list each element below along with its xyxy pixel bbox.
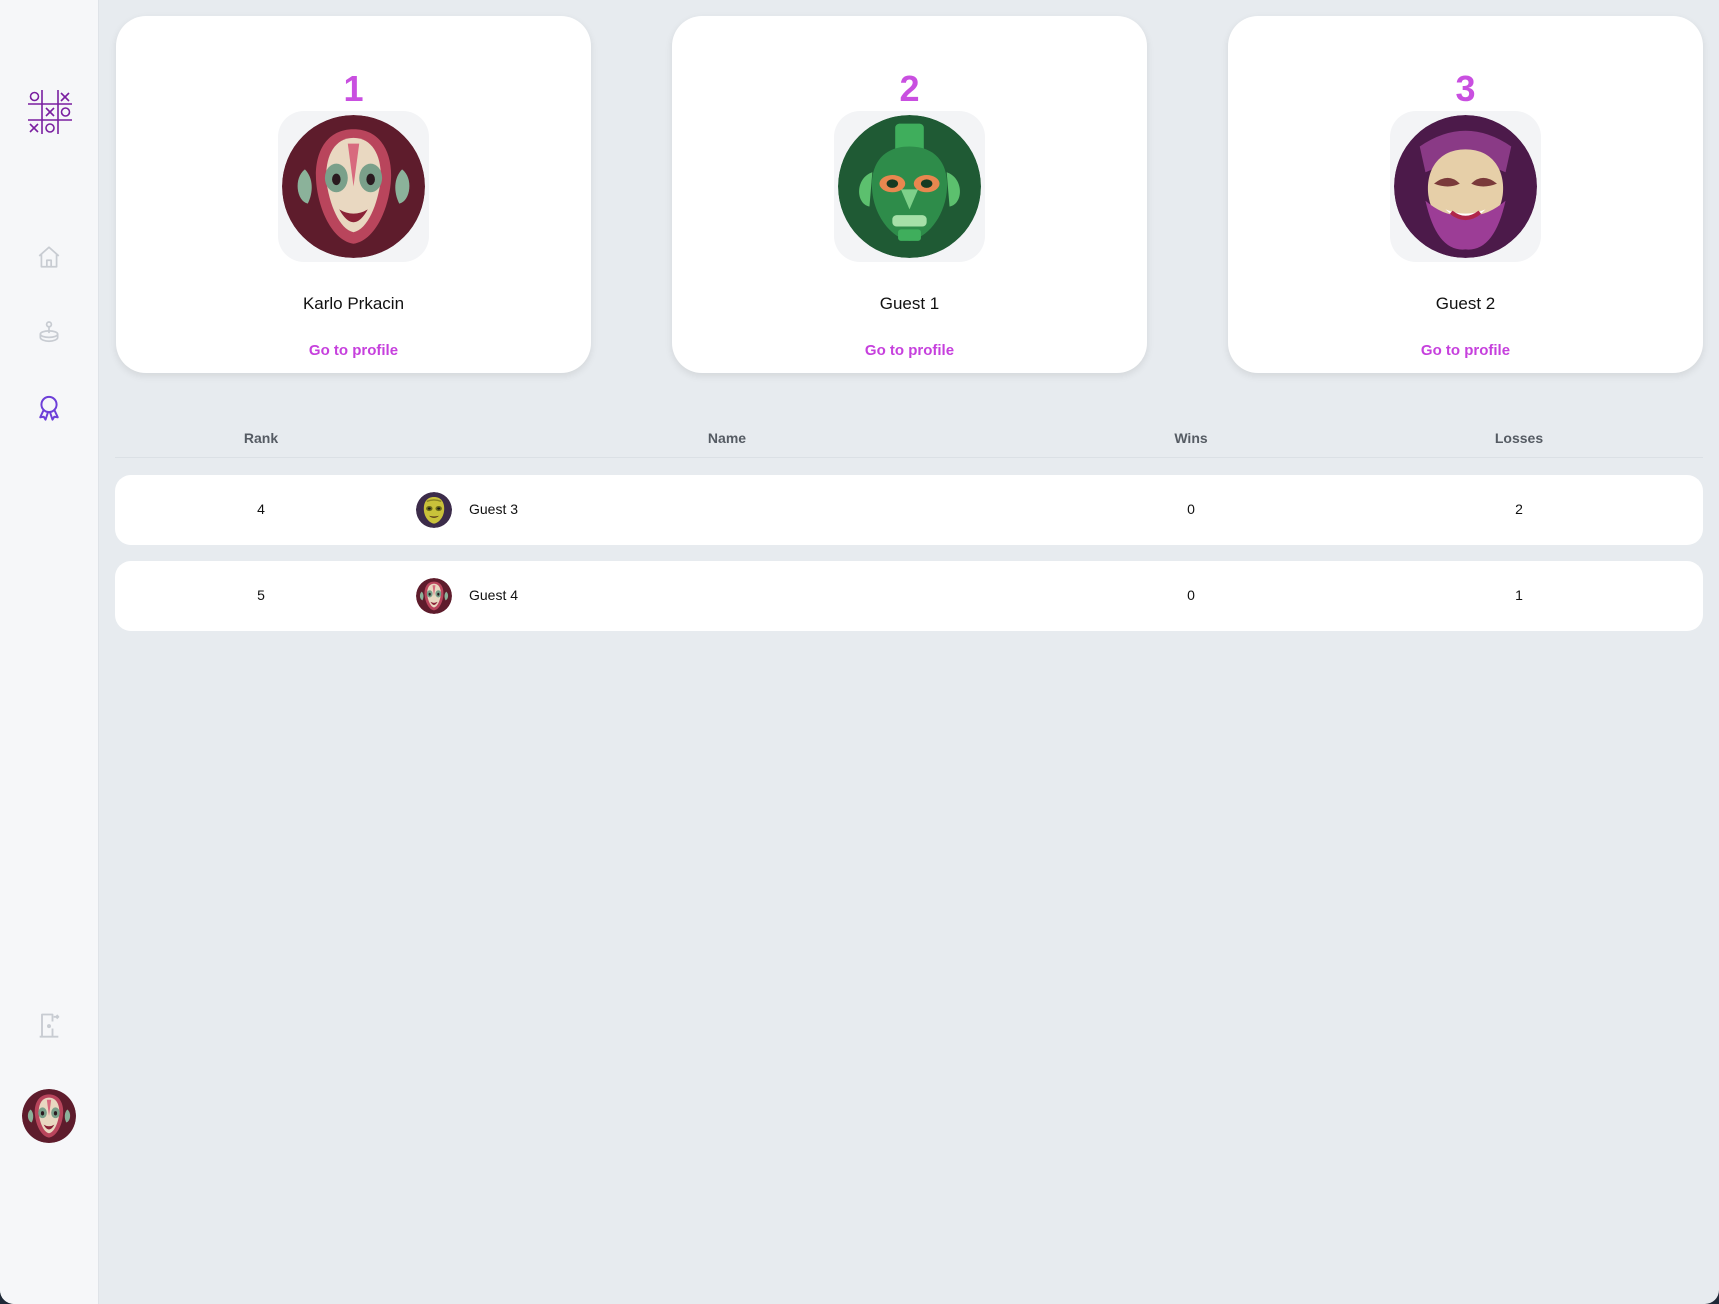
row-wins: 0 — [1187, 501, 1195, 517]
row-losses: 2 — [1515, 501, 1523, 517]
player-name: Guest 2 — [1435, 294, 1496, 313]
avatar — [1394, 115, 1537, 258]
avatar — [282, 115, 425, 258]
go-to-profile-link[interactable]: Go to profile — [1228, 342, 1703, 359]
podium-card-first: 1 Karlo Prkacin Go to profile — [116, 16, 591, 373]
podium-avatar-frame — [834, 111, 985, 262]
table-row[interactable]: 5 Guest 4 0 1 — [115, 561, 1703, 631]
row-losses: 1 — [1515, 587, 1523, 603]
row-name: Guest 4 — [469, 587, 519, 603]
logout-door-icon — [39, 1013, 60, 1038]
row-wins: 0 — [1187, 587, 1195, 603]
row-rank: 5 — [257, 587, 265, 603]
nav-leaderboard-button[interactable] — [32, 391, 66, 425]
nav-play-button[interactable] — [32, 315, 66, 349]
podium-rank: 3 — [1455, 68, 1476, 109]
player-name: Karlo Prkacin — [302, 294, 405, 313]
avatar — [838, 115, 981, 258]
podium-avatar-frame — [278, 111, 429, 262]
go-to-profile-link[interactable]: Go to profile — [116, 342, 591, 359]
joystick-icon — [39, 321, 59, 343]
podium-rank: 1 — [343, 68, 364, 109]
nav-home-button[interactable] — [32, 240, 66, 274]
header-rank: Rank — [243, 430, 279, 446]
home-icon — [38, 246, 60, 268]
row-rank: 4 — [257, 501, 265, 517]
podium-avatar-frame — [1390, 111, 1541, 262]
header-losses: Losses — [1494, 430, 1544, 446]
player-name: Guest 1 — [879, 294, 940, 313]
row-name: Guest 3 — [469, 501, 519, 517]
podium-card-third: 3 Guest 2 Go to profile — [1228, 16, 1703, 373]
app-window: 1 Karlo Prkacin Go to profile 2 Guest 1 … — [0, 0, 1719, 1304]
header-name: Name — [707, 430, 747, 446]
logout-button[interactable] — [32, 1008, 66, 1042]
tic-tac-toe-logo-icon[interactable] — [26, 88, 74, 136]
podium-card-second: 2 Guest 1 Go to profile — [672, 16, 1147, 373]
podium-rank: 2 — [899, 68, 920, 109]
header-wins: Wins — [1174, 430, 1208, 446]
user-avatar[interactable] — [22, 1089, 76, 1143]
go-to-profile-link[interactable]: Go to profile — [672, 342, 1147, 359]
table-row[interactable]: 4 Guest 3 0 2 — [115, 475, 1703, 545]
avatar — [416, 492, 452, 528]
award-ribbon-icon — [39, 395, 59, 421]
sidebar — [0, 0, 99, 1304]
avatar — [416, 578, 452, 614]
leaderboard-header: Rank Name Wins Losses — [115, 428, 1703, 458]
